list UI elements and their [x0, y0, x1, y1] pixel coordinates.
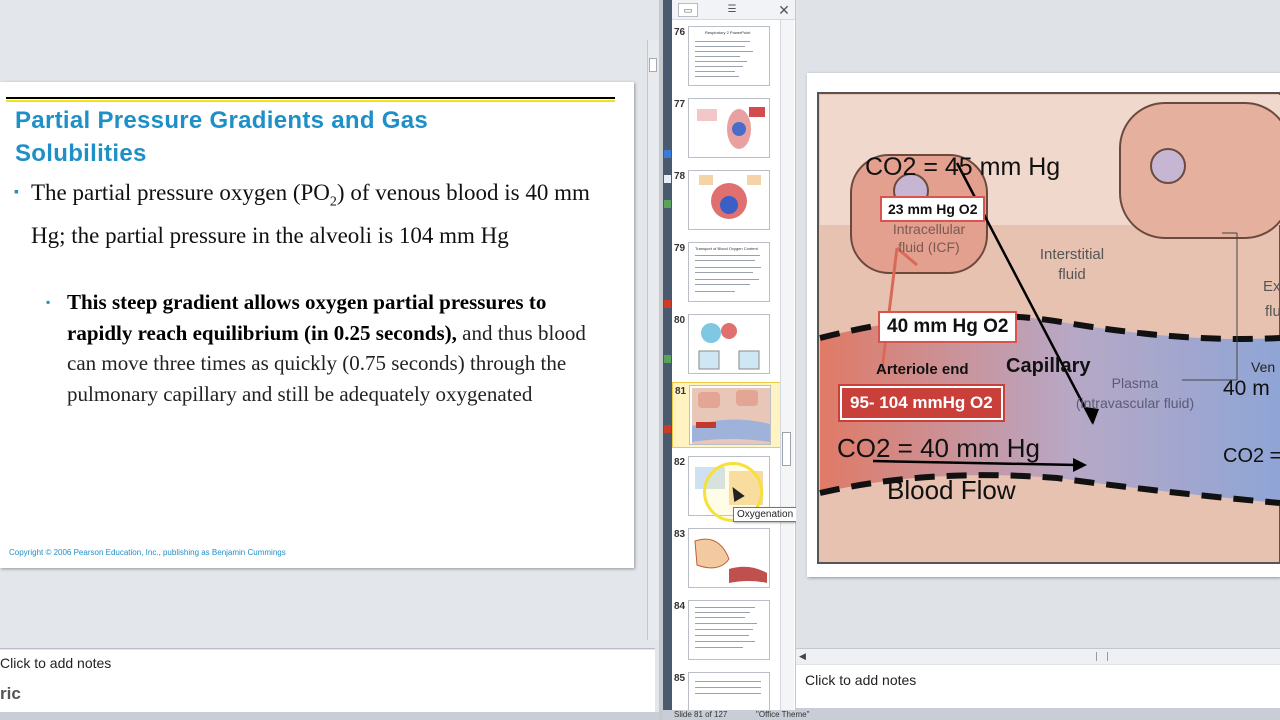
slide-title[interactable]: Partial Pressure Gradients and Gas Solub… — [15, 104, 535, 170]
bullet1-subscript: 2 — [329, 194, 337, 210]
left-presentation-window: Partial Pressure Gradients and Gas Solub… — [0, 0, 663, 720]
thumbnail-number: 78 — [674, 171, 686, 182]
thumbnail-diagram — [699, 175, 761, 219]
bullet-marker: ▪ — [46, 295, 51, 309]
thumbnail-slide-83[interactable]: 83 — [672, 526, 782, 592]
edge-marker — [664, 150, 671, 158]
icf-label: Intracellular fluid (ICF) — [892, 221, 966, 255]
bullet-text: This steep gradient allows oxygen partia… — [67, 287, 587, 409]
thumbnail-number: 82 — [674, 457, 686, 468]
status-bar — [0, 712, 663, 720]
slide-canvas[interactable]: Partial Pressure Gradients and Gas Solub… — [0, 82, 634, 568]
diagram-slide[interactable]: CO2 = 45 mm Hg 23 mm Hg O2 Intracellular… — [807, 73, 1280, 577]
close-icon[interactable]: ✕ — [776, 2, 792, 18]
thumbnail-image — [689, 385, 771, 445]
fl-label: flu — [1265, 303, 1280, 320]
interstitial-fluid-label: Interstitial fluid — [1039, 246, 1105, 283]
thumbnail-diagram — [698, 323, 760, 370]
right-horizontal-scrollbar[interactable]: ◀ — [796, 648, 1280, 664]
o2-23-label: 23 mm Hg O2 — [880, 196, 986, 222]
slide-indicator: Slide 81 of 127 — [674, 710, 728, 719]
thumbnail-pane-header: ▭ ☰ ✕ — [672, 0, 795, 20]
thumbnail-image: Respiratory 2 PowerPoint — [688, 26, 770, 86]
edge-marker — [664, 425, 671, 433]
edge-marker — [664, 175, 671, 183]
outline-tab-icon[interactable]: ☰ — [722, 3, 742, 17]
notes-divider[interactable] — [0, 648, 655, 649]
notes-pane[interactable]: Click to add notes ric — [0, 650, 655, 712]
left-vertical-scrollbar[interactable] — [647, 40, 659, 640]
thumbnail-scrollbar-thumb[interactable] — [782, 432, 791, 466]
thumbnail-slide-77[interactable]: 77 — [672, 96, 782, 162]
thumbnail-number: 84 — [674, 601, 686, 612]
bullet-marker: ▪ — [14, 185, 19, 200]
o2-40-label: 40 mm Hg O2 — [878, 311, 1018, 343]
thumbnail-slide-76[interactable]: 76 Respiratory 2 PowerPoint — [672, 24, 782, 90]
thumbnail-title: Respiratory 2 PowerPoint — [705, 30, 751, 35]
thumbnail-image: Transport of Blood Oxygen Content — [688, 242, 770, 302]
thumbnail-slide-84[interactable]: 84 — [672, 598, 782, 664]
scroll-left-icon[interactable]: ◀ — [799, 651, 806, 662]
edge-marker — [664, 355, 671, 363]
thumbnail-slide-79[interactable]: 79 Transport of Blood Oxygen Content — [672, 240, 782, 306]
o2-arterial-label: 95- 104 mmHg O2 — [838, 384, 1005, 422]
thumbnail-number: 85 — [674, 673, 686, 684]
thumbnail-slide-81-selected[interactable]: 81 — [672, 382, 782, 448]
status-bar — [796, 708, 1280, 720]
right-presentation-window: CO2 = 45 mm Hg 23 mm Hg O2 Intracellular… — [796, 0, 1280, 720]
edge-marker — [664, 300, 671, 308]
notes-placeholder[interactable]: Click to add notes — [0, 655, 111, 671]
venule-co2-label: CO2 = — [1223, 445, 1280, 467]
ex-label: Ex — [1263, 278, 1280, 295]
venule-o2-label: 40 m — [1223, 377, 1270, 400]
notes-placeholder[interactable]: Click to add notes — [805, 672, 916, 688]
status-bar-center: Slide 81 of 127 "Office Theme" — [663, 710, 809, 720]
copyright-footer: Copyright © 2006 Pearson Education, Inc.… — [9, 548, 286, 557]
thumbnail-number: 77 — [674, 99, 686, 110]
slide-thumbnail-pane: ▭ ☰ ✕ 76 Respiratory 2 PowerPoint 77 78 — [672, 0, 796, 720]
plasma-label: Plasma (intravascular fluid) — [1075, 375, 1195, 411]
notes-text-fragment: ric — [0, 684, 21, 703]
edge-marker — [664, 200, 671, 208]
slide-rule — [6, 97, 615, 99]
scrollbar-thumb[interactable] — [649, 58, 657, 72]
thumbnail-image — [688, 170, 770, 230]
window-edge-strip — [663, 0, 672, 720]
thumbnail-title: Transport of Blood Oxygen Content — [695, 246, 758, 251]
thumbnail-number: 81 — [675, 386, 687, 397]
thumbnail-number: 80 — [674, 315, 686, 326]
thumbnail-scrollbar[interactable] — [780, 20, 794, 710]
thumbnail-diagram — [694, 538, 767, 583]
arteriole-end-label: Arteriole end — [876, 361, 969, 378]
thumbnail-diagram — [692, 388, 770, 444]
thumbnail-image — [688, 98, 770, 158]
bullet1-prefix: The partial pressure oxygen (PO — [31, 180, 330, 205]
thumbnail-slide-80[interactable]: 80 — [672, 312, 782, 378]
thumbnail-slide-78[interactable]: 78 — [672, 168, 782, 234]
blood-flow-label: Blood Flow — [887, 475, 1016, 505]
notes-pane[interactable]: Click to add notes — [796, 665, 1280, 712]
theme-name: "Office Theme" — [756, 710, 810, 719]
co2-45-label: CO2 = 45 mm Hg — [865, 153, 1061, 181]
thumbnail-image — [688, 600, 770, 660]
thumbnail-number: 83 — [674, 529, 686, 540]
slide-rule-accent — [6, 100, 615, 102]
thumbnail-number: 76 — [674, 27, 686, 38]
slides-tab-icon[interactable]: ▭ — [678, 3, 698, 17]
bullet-text: The partial pressure oxygen (PO2) of ven… — [31, 176, 601, 252]
co2-40-label: CO2 = 40 mm Hg — [837, 433, 1041, 463]
venule-label: Ven — [1251, 359, 1276, 375]
thumbnail-image — [688, 528, 770, 588]
thumbnail-diagram — [697, 107, 765, 149]
thumbnail-image — [688, 314, 770, 374]
thumbnail-number: 79 — [674, 243, 686, 254]
scrollbar-grip[interactable] — [1096, 652, 1108, 661]
